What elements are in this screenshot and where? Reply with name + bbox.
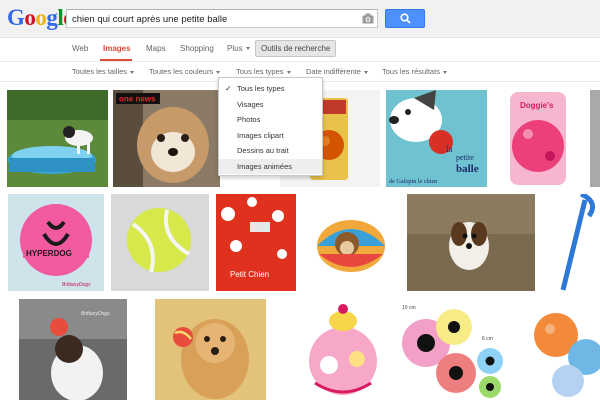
rubber-toy-image bbox=[528, 299, 600, 400]
ball-launcher-image bbox=[543, 194, 600, 291]
monkey-ball-image bbox=[303, 194, 400, 291]
image-result-dog-catching[interactable]: BrittanyDogs bbox=[19, 299, 127, 400]
chevron-down-icon bbox=[363, 70, 368, 74]
filter-type-label: Tous les types bbox=[236, 67, 284, 76]
chevron-down-icon bbox=[442, 70, 447, 74]
book-title-balle: balle bbox=[456, 163, 479, 175]
chevron-down-icon bbox=[245, 47, 250, 51]
menu-item-line-drawings[interactable]: Dessins au trait bbox=[219, 143, 322, 159]
spaniel-image bbox=[407, 194, 535, 291]
golden-retriever-image bbox=[155, 299, 266, 400]
image-result-toy-ball[interactable] bbox=[295, 299, 391, 400]
filter-results[interactable]: Tous les résultats bbox=[382, 67, 447, 76]
image-result-doggies-ball[interactable]: Doggie's bbox=[492, 90, 585, 187]
filter-color-label: Toutes les couleurs bbox=[149, 67, 214, 76]
camera-icon[interactable] bbox=[362, 13, 374, 24]
menu-item-label: Images animées bbox=[237, 161, 293, 171]
rank-credit-text: BrittanyDogs bbox=[81, 311, 110, 317]
hyperdog-ball-image: HYPERDOG BrittanyDogs bbox=[8, 194, 104, 291]
book-title-petite: petite bbox=[456, 153, 474, 162]
image-result-book-cover[interactable]: la petite balle de Galopin le chien bbox=[386, 90, 487, 187]
tab-shopping[interactable]: Shopping bbox=[180, 44, 214, 53]
hyperdog-brand-text: HYPERDOG bbox=[26, 249, 72, 258]
search-icon bbox=[400, 13, 411, 24]
petit-chien-image: Petit Chien bbox=[216, 194, 296, 291]
chevron-down-icon bbox=[216, 70, 221, 74]
filter-type[interactable]: Tous les types bbox=[236, 67, 291, 76]
tab-web[interactable]: Web bbox=[72, 44, 88, 53]
filter-results-label: Tous les résultats bbox=[382, 67, 440, 76]
menu-item-label: Photos bbox=[237, 115, 261, 124]
logo-letter: o bbox=[24, 5, 36, 30]
filter-date-label: Date indifférente bbox=[306, 67, 361, 76]
pool-dog-image bbox=[7, 90, 108, 187]
menu-item-photos[interactable]: Photos bbox=[219, 112, 322, 128]
menu-item-label: Visages bbox=[237, 99, 264, 109]
search-box[interactable] bbox=[66, 9, 378, 28]
search-tabs: Web Images Maps Shopping Plus Outils de … bbox=[0, 38, 600, 62]
menu-item-all-types[interactable]: ✓ Tous les types bbox=[219, 81, 322, 97]
tab-images[interactable]: Images bbox=[103, 44, 131, 53]
checkmark-icon: ✓ bbox=[225, 84, 232, 93]
search-tools-button[interactable]: Outils de recherche bbox=[255, 40, 337, 57]
book-title-la: la bbox=[446, 144, 453, 154]
filter-color[interactable]: Toutes les couleurs bbox=[149, 67, 221, 76]
image-result-launcher[interactable] bbox=[543, 194, 600, 291]
image-result-pool-dog[interactable] bbox=[7, 90, 108, 187]
filter-size[interactable]: Toutes les tailles bbox=[72, 67, 135, 76]
image-result-tennis-ball[interactable] bbox=[111, 194, 209, 291]
book-subtitle: de Galopin le chien bbox=[389, 178, 437, 185]
size-10cm-label: 10 cm bbox=[402, 305, 416, 311]
chevron-down-icon bbox=[130, 70, 135, 74]
toy-ball-image bbox=[295, 299, 391, 400]
menu-item-faces[interactable]: Visages bbox=[219, 97, 322, 113]
active-tab-indicator bbox=[100, 59, 132, 61]
news-dog-image: one news bbox=[113, 90, 220, 187]
search-button[interactable] bbox=[385, 9, 425, 28]
search-input[interactable] bbox=[72, 11, 357, 27]
menu-item-clipart[interactable]: Images clipart bbox=[219, 128, 322, 144]
hyperdog-credit-text: BrittanyDogs bbox=[62, 282, 91, 288]
image-result-petit-chien[interactable]: Petit Chien bbox=[216, 194, 296, 291]
menu-item-animated[interactable]: Images animées bbox=[219, 158, 322, 174]
type-filter-menu: ✓ Tous les types Visages Photos Images c… bbox=[218, 77, 323, 176]
image-result-spaniel[interactable] bbox=[407, 194, 535, 291]
logo-letter: o bbox=[35, 5, 47, 30]
filter-size-label: Toutes les tailles bbox=[72, 67, 128, 76]
petit-chien-text: Petit Chien bbox=[230, 270, 269, 279]
doggies-brand-text: Doggie's bbox=[520, 101, 554, 110]
image-result-golden-retriever[interactable] bbox=[155, 299, 266, 400]
tab-plus[interactable]: Plus bbox=[227, 44, 250, 53]
image-result-ball-set[interactable]: 10 cm 6 cm bbox=[398, 299, 517, 400]
dog-catching-image: BrittanyDogs bbox=[19, 299, 127, 400]
filter-date[interactable]: Date indifférente bbox=[306, 67, 368, 76]
tennis-ball-image bbox=[111, 194, 209, 291]
doggies-ball-image: Doggie's bbox=[492, 90, 585, 187]
image-result-partial[interactable] bbox=[590, 90, 600, 187]
image-result-monkey-ball[interactable] bbox=[303, 194, 400, 291]
image-result-rubber-toy[interactable] bbox=[528, 299, 600, 400]
menu-item-label: Images clipart bbox=[237, 130, 284, 140]
top-bar: Google bbox=[0, 0, 600, 38]
image-result-news-dog[interactable]: one news bbox=[113, 90, 220, 187]
logo-letter: g bbox=[46, 5, 58, 30]
news-logo-text: one news bbox=[119, 95, 156, 104]
google-logo[interactable]: Google bbox=[7, 6, 73, 30]
partial-image bbox=[590, 90, 600, 187]
tab-maps[interactable]: Maps bbox=[146, 44, 166, 53]
menu-item-label: Dessins au trait bbox=[237, 146, 289, 155]
size-6cm-label: 6 cm bbox=[482, 336, 493, 342]
chevron-down-icon bbox=[286, 70, 291, 74]
ball-set-image: 10 cm 6 cm bbox=[398, 299, 517, 400]
logo-letter: G bbox=[7, 5, 25, 30]
menu-item-label: Tous les types bbox=[237, 84, 285, 93]
tab-plus-label: Plus bbox=[227, 44, 243, 53]
book-cover-image: la petite balle de Galopin le chien bbox=[386, 90, 487, 187]
image-result-hyperdog[interactable]: HYPERDOG BrittanyDogs bbox=[8, 194, 104, 291]
